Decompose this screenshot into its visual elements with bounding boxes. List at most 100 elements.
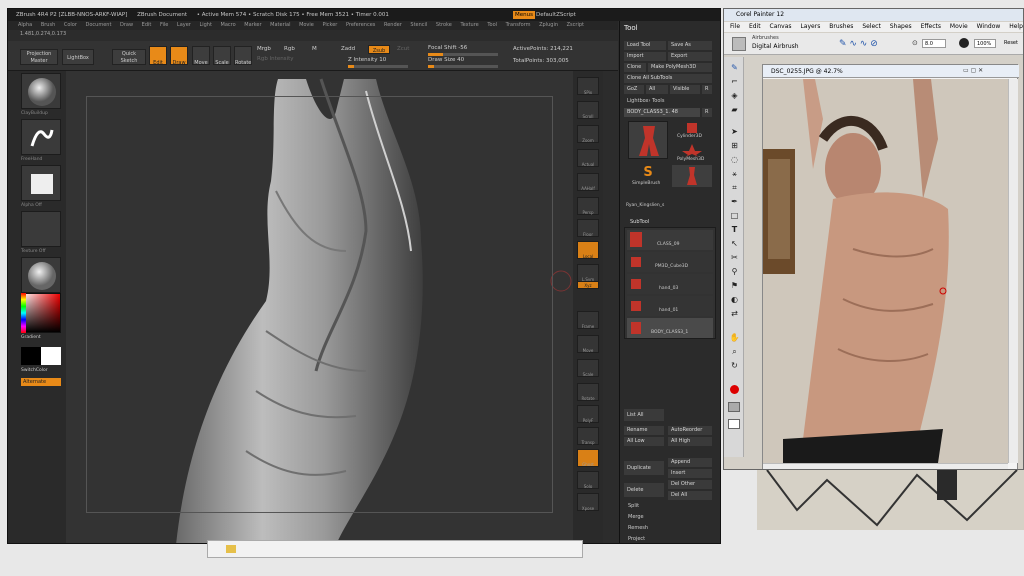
tool-thumb-current[interactable] [628, 121, 668, 159]
painter-menu-effects[interactable]: Effects [921, 23, 941, 30]
menu-movie[interactable]: Movie [299, 22, 314, 28]
crop-tool-icon[interactable]: ⌗ [729, 183, 740, 193]
del-other-button[interactable]: Del Other [668, 480, 712, 489]
text-tool-icon[interactable]: T [729, 225, 740, 235]
menu-file[interactable]: File [160, 22, 168, 28]
menu-edit[interactable]: Edit [142, 22, 152, 28]
stroke-picker[interactable] [21, 119, 61, 155]
persp-button[interactable]: Persp [577, 197, 599, 215]
subtool-item-selected[interactable]: BODY_CLASS3_1 [627, 318, 713, 338]
menu-light[interactable]: Light [199, 22, 211, 28]
menu-brush[interactable]: Brush [41, 22, 55, 28]
lightbox-button[interactable]: LightBox [62, 49, 94, 65]
rectangle-tool-icon[interactable]: □ [729, 211, 740, 221]
zcut-button[interactable]: Zcut [397, 46, 409, 52]
auto-reorder-button[interactable]: AutoReorder [668, 426, 712, 435]
painter-menu-window[interactable]: Window [977, 23, 1001, 30]
duplicate-button[interactable]: Duplicate [624, 461, 664, 475]
mirror-tool-icon[interactable]: ⇄ [729, 309, 740, 319]
eraser-tool-icon[interactable]: ▰ [729, 105, 740, 115]
merge-button[interactable]: Merge [628, 514, 644, 520]
switch-color-button[interactable]: SwitchColor [21, 368, 48, 373]
floor-button[interactable]: Floor [577, 219, 599, 237]
brush-variant[interactable]: Digital Airbrush [752, 43, 799, 50]
menu-zscript[interactable]: Zscript [567, 22, 584, 28]
painter-menu-movie[interactable]: Movie [950, 23, 968, 30]
quick-sketch-button[interactable]: Quick Sketch [112, 49, 146, 65]
subtool-item[interactable]: PM3D_Cube3D [627, 252, 713, 272]
menu-layer[interactable]: Layer [177, 22, 191, 28]
del-all-button[interactable]: Del All [668, 491, 712, 500]
draw-size-track[interactable] [428, 65, 498, 68]
scale-button[interactable]: Scale [577, 359, 599, 377]
menu-render[interactable]: Render [384, 22, 402, 28]
subtool-header[interactable]: SubTool [630, 219, 649, 225]
list-all-button[interactable]: List All [624, 409, 664, 421]
m-button[interactable]: M [312, 46, 317, 52]
ghost-button[interactable]: Ghost [577, 449, 599, 467]
tool-r-button[interactable]: R [702, 108, 712, 117]
zoom-button[interactable]: Zoom [577, 125, 599, 143]
layer-adjuster-icon[interactable]: ➤ [729, 127, 740, 137]
goz-r-button[interactable]: R [702, 85, 712, 94]
edit-mode-button[interactable]: Edit [149, 46, 167, 66]
all-high-button[interactable]: All High [668, 437, 712, 446]
paint-bucket-icon[interactable]: ◈ [729, 91, 740, 101]
brush-tool-icon[interactable]: ✎ [729, 63, 740, 73]
brush-category[interactable]: Airbrushes [752, 35, 779, 41]
menu-zplugin[interactable]: Zplugin [539, 22, 558, 28]
transform-tool-icon[interactable]: ⊞ [729, 141, 740, 151]
goz-button[interactable]: GoZ [624, 85, 644, 94]
subtool-item[interactable]: CLASS_09 [627, 230, 713, 250]
lasso-tool-icon[interactable]: ◌ [729, 155, 740, 165]
painter-menu-brushes[interactable]: Brushes [829, 23, 853, 30]
material-picker[interactable] [21, 257, 61, 293]
project-button[interactable]: Project [628, 536, 645, 542]
color-picker[interactable] [21, 293, 61, 333]
delete-button[interactable]: Delete [624, 483, 664, 497]
magic-wand-icon[interactable]: ⚹ [729, 169, 740, 179]
menu-color[interactable]: Color [64, 22, 77, 28]
brush-picker[interactable] [21, 73, 61, 109]
shape-selection-icon[interactable]: ↖ [729, 239, 740, 249]
make-polymesh3d-button[interactable]: Make PolyMesh3D [648, 63, 712, 72]
rgb-intensity-slider[interactable]: Rgb Intensity [257, 56, 294, 62]
rubber-stamp-icon[interactable]: ⚑ [729, 281, 740, 291]
menu-stencil[interactable]: Stencil [410, 22, 427, 28]
magnifier-tool-icon[interactable]: ⌕ [729, 347, 740, 357]
rgb-button[interactable]: Rgb [284, 46, 295, 52]
painter-menu-file[interactable]: File [730, 23, 740, 30]
reference-photo[interactable] [763, 79, 1008, 463]
menu-document[interactable]: Document [86, 22, 112, 28]
horizontal-scrollbar[interactable] [763, 463, 1008, 469]
painter-menu-help[interactable]: Help [1009, 23, 1023, 30]
rotate-button[interactable]: Rotate [577, 383, 599, 401]
menu-transform[interactable]: Transform [506, 22, 531, 28]
grabber-tool-icon[interactable]: ✋ [729, 333, 740, 343]
painter-menu-shapes[interactable]: Shapes [890, 23, 912, 30]
paper-selector-icon[interactable] [728, 402, 740, 412]
scroll-button[interactable]: Scroll [577, 101, 599, 119]
z-intensity-slider[interactable]: Z Intensity 10 [348, 57, 386, 63]
main-color-swatch[interactable] [730, 385, 739, 394]
painter-menu-canvas[interactable]: Canvas [770, 23, 792, 30]
local-button[interactable]: Local [577, 241, 599, 259]
menu-marker[interactable]: Marker [244, 22, 261, 28]
tool-thumb-cylinder3d[interactable]: Cylinder3D [672, 121, 712, 141]
clone-all-subtools-button[interactable]: Clone All SubTools [624, 74, 712, 83]
tool-thumb-simplebrush[interactable]: S SimpleBrush [628, 165, 668, 191]
remesh-button[interactable]: Remesh [628, 525, 648, 531]
menu-texture[interactable]: Texture [460, 22, 478, 28]
goz-all-button[interactable]: All [646, 85, 668, 94]
menu-preferences[interactable]: Preferences [346, 22, 375, 28]
scale-mode-button[interactable]: Scale [213, 46, 231, 66]
menu-picker[interactable]: Picker [322, 22, 337, 28]
scissors-tool-icon[interactable]: ✂ [729, 253, 740, 263]
draw-size-slider[interactable]: Draw Size 40 [428, 57, 464, 63]
painter-menu-select[interactable]: Select [862, 23, 881, 30]
all-low-button[interactable]: All Low [624, 437, 664, 446]
z-intensity-track[interactable] [348, 65, 408, 68]
move-button[interactable]: Move [577, 335, 599, 353]
save-as-button[interactable]: Save As [668, 41, 712, 50]
texture-picker[interactable] [21, 211, 61, 247]
